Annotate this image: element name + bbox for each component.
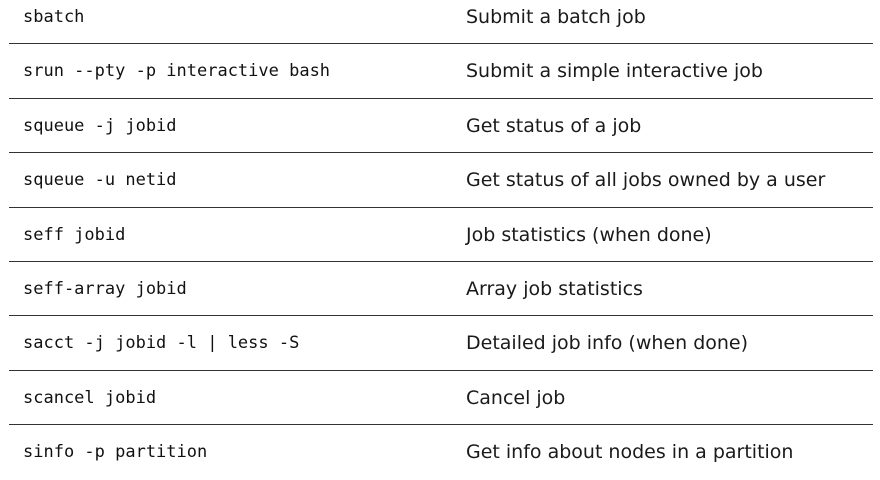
description-cell: Array job statistics bbox=[466, 277, 643, 300]
command-cell: sacct -j jobid -l | less -S bbox=[23, 333, 300, 354]
command-reference-table: sbatch Submit a batch job srun --pty -p … bbox=[9, 0, 873, 480]
command-cell: sinfo -p partition bbox=[23, 442, 208, 463]
table-row: squeue -j jobid Get status of a job bbox=[9, 99, 873, 154]
command-cell: seff jobid bbox=[23, 224, 126, 245]
description-cell: Cancel job bbox=[466, 386, 566, 409]
table-row: squeue -u netid Get status of all jobs o… bbox=[9, 153, 873, 208]
description-cell: Detailed job info (when done) bbox=[466, 332, 749, 355]
command-cell: squeue -u netid bbox=[23, 170, 177, 191]
command-cell: srun --pty -p interactive bash bbox=[23, 61, 331, 82]
description-cell: Job statistics (when done) bbox=[466, 223, 712, 246]
table-row: seff-array jobid Array job statistics bbox=[9, 262, 873, 317]
command-cell: squeue -j jobid bbox=[23, 115, 177, 136]
table-row: seff jobid Job statistics (when done) bbox=[9, 208, 873, 262]
table-row: srun --pty -p interactive bash Submit a … bbox=[9, 44, 873, 99]
description-cell: Get status of a job bbox=[466, 114, 642, 137]
description-cell: Get info about nodes in a partition bbox=[466, 441, 794, 464]
table-row: sinfo -p partition Get info about nodes … bbox=[9, 425, 873, 479]
table-row: scancel jobid Cancel job bbox=[9, 371, 873, 426]
command-cell: seff-array jobid bbox=[23, 278, 187, 299]
description-cell: Get status of all jobs owned by a user bbox=[466, 169, 826, 192]
table-row: sacct -j jobid -l | less -S Detailed job… bbox=[9, 316, 873, 371]
table-row: sbatch Submit a batch job bbox=[9, 0, 873, 45]
command-cell: sbatch bbox=[23, 7, 85, 27]
description-cell: Submit a batch job bbox=[466, 6, 646, 28]
description-cell: Submit a simple interactive job bbox=[466, 60, 763, 83]
command-cell: scancel jobid bbox=[23, 387, 157, 408]
